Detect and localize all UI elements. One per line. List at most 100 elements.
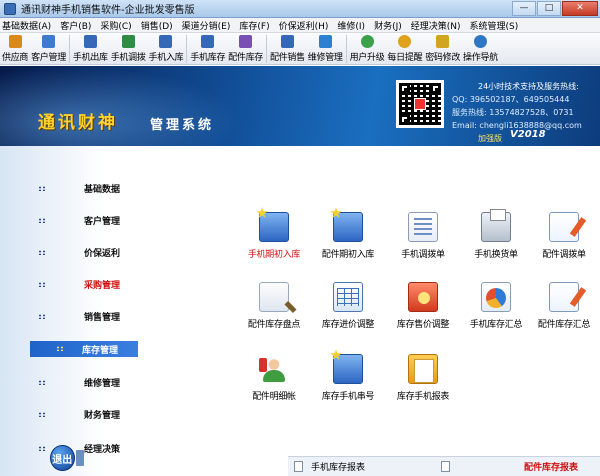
grid-dots-icon [38,380,46,385]
item-price-adjust[interactable]: 库存售价调整 [383,282,463,330]
magnifier-icon [259,282,289,312]
menu-manager[interactable]: 经理决策(N) [411,19,461,32]
book-icon [408,354,438,384]
menu-customer[interactable]: 客户(B) [60,19,91,32]
table-icon [333,282,363,312]
grid-dots-icon [38,446,46,451]
menu-inventory[interactable]: 库存(F) [239,19,269,32]
sidebar-item-purchase[interactable]: 采购管理 [0,270,138,298]
sidebar-item-repair[interactable]: 维修管理 [0,368,138,396]
sidebar-item-sales[interactable]: 销售管理 [0,302,138,330]
toolbar-upgrade[interactable]: 用户升级 [350,33,385,63]
sidebar-item-basic-data[interactable]: 基础数据 [0,174,138,202]
toolbar: 供应商 客户管理 手机出库 手机调拨 手机入库 手机库存 配件库存 配件销售 维… [0,33,600,65]
toolbar-parts-stock[interactable]: 配件库存 [228,33,263,63]
report-tabs: 手机库存报表 配件库存报表 [288,456,600,476]
exit-button[interactable]: 退出 [50,444,84,472]
qr-finder [430,83,441,94]
item-parts-opening-stock[interactable]: 配件期初入库 [308,212,388,260]
parts-stock-icon [239,35,253,48]
qr-logo [414,98,426,110]
item-stock-report[interactable]: 库存手机报表 [383,354,463,402]
toolbar-password[interactable]: 密码修改 [425,33,460,63]
phone-stock-report-tab[interactable]: 手机库存报表 [311,460,365,473]
close-button[interactable]: ✕ [562,1,598,16]
document-icon [441,461,451,472]
exit-label: 退出 [50,445,75,471]
customer-icon [42,35,56,48]
sidebar: 基础数据 客户管理 价保返利 采购管理 销售管理 库存管理 维修管理 财务管理 … [0,146,138,476]
brand-title: 通讯财神 [38,113,118,133]
maximize-button[interactable]: □ [537,1,561,16]
grid-dots-icon [38,186,46,191]
phone-stock-icon [201,35,215,48]
supplier-icon [8,35,22,48]
menu-price-rebate[interactable]: 价保返利(H) [279,19,329,32]
phone-text: 服务热线: 13574827528、0731 [452,108,574,117]
item-phone-opening-stock[interactable]: 手机期初入库 [234,212,314,260]
toolbar-phone-out[interactable]: 手机出库 [73,33,108,63]
item-parts-ledger[interactable]: 配件明细帐 [234,354,314,402]
toolbar-guide[interactable]: 操作导航 [463,33,498,63]
toolbar-supplier[interactable]: 供应商 [2,33,28,63]
item-parts-stock-summary[interactable]: 配件库存汇总 [524,282,600,330]
menu-basic-data[interactable]: 基础数据(A) [2,19,51,32]
toolbar-separator [345,35,347,63]
toolbar-parts-sales[interactable]: 配件销售 [270,33,305,63]
app-icon [4,2,16,15]
key-icon [436,35,450,48]
toolbar-phone-stock[interactable]: 手机库存 [190,33,225,63]
brand-subtitle: 管理系统 [150,118,215,133]
banner-glow [0,66,240,146]
menu-purchase[interactable]: 采购(C) [100,19,131,32]
toolbar-separator [186,35,188,63]
toolbar-repair[interactable]: 维修管理 [308,33,343,63]
contact-info: 24小时技术支持及服务热线: QQ: 396502187、649505444 服… [452,80,582,132]
grid-dots-icon [38,314,46,319]
menu-sales[interactable]: 销售(D) [141,19,173,32]
menu-finance[interactable]: 财务(J) [374,19,402,32]
people-icon [259,354,289,384]
menu-repair[interactable]: 维修(I) [337,19,365,32]
menu-bar: 基础数据(A) 客户(B) 采购(C) 销售(D) 渠道分销(E) 库存(F) … [0,18,600,33]
edition-badge: 加强版 [478,134,502,143]
reminder-icon [398,35,412,48]
repair-icon [318,35,332,48]
toolbar-reminder[interactable]: 每日提醒 [387,33,423,63]
title-bar: 通讯财神手机销售软件-企业批发零售版 — □ ✕ [0,0,600,18]
app-window: 通讯财神手机销售软件-企业批发零售版 — □ ✕ 基础数据(A) 客户(B) 采… [0,0,600,476]
grid-dots-icon [38,282,46,287]
window-controls: — □ ✕ [511,1,598,16]
upgrade-icon [360,35,374,48]
item-cost-adjust[interactable]: 库存进价调整 [308,282,388,330]
toolbar-phone-in[interactable]: 手机入库 [149,33,184,63]
toolbar-separator [68,35,70,63]
sidebar-item-inventory[interactable]: 库存管理 [30,341,138,357]
qr-finder [399,83,410,94]
folder-star-icon [333,354,363,384]
sidebar-item-finance[interactable]: 财务管理 [0,400,138,428]
item-parts-stocktake[interactable]: 配件库存盘点 [234,282,314,330]
hotline-text: 24小时技术支持及服务热线: [478,82,579,91]
guide-icon [473,35,487,48]
item-phone-transfer[interactable]: 手机调拨单 [383,212,463,260]
item-stock-serial[interactable]: 库存手机串号 [308,354,388,402]
menu-channel[interactable]: 渠道分销(E) [182,19,231,32]
price-tag-icon [408,282,438,312]
toolbar-phone-transfer[interactable]: 手机调拨 [111,33,146,63]
window-title: 通讯财神手机销售软件-企业批发零售版 [21,5,195,16]
sidebar-item-customer[interactable]: 客户管理 [0,206,138,234]
menu-system[interactable]: 系统管理(S) [470,19,519,32]
phone-out-icon [83,35,97,48]
exit-door-icon [75,450,84,466]
qr-finder [399,114,410,125]
toolbar-customer[interactable]: 客户管理 [31,33,66,63]
parts-sales-icon [280,35,294,48]
sidebar-item-price-rebate[interactable]: 价保返利 [0,238,138,266]
version-label: V2018 [510,129,546,140]
parts-stock-report-tab[interactable]: 配件库存报表 [524,460,578,473]
item-parts-transfer[interactable]: 配件调拨单 [524,212,600,260]
minimize-button[interactable]: — [512,1,536,16]
folder-star-icon [259,212,289,242]
document-list-icon [408,212,438,242]
